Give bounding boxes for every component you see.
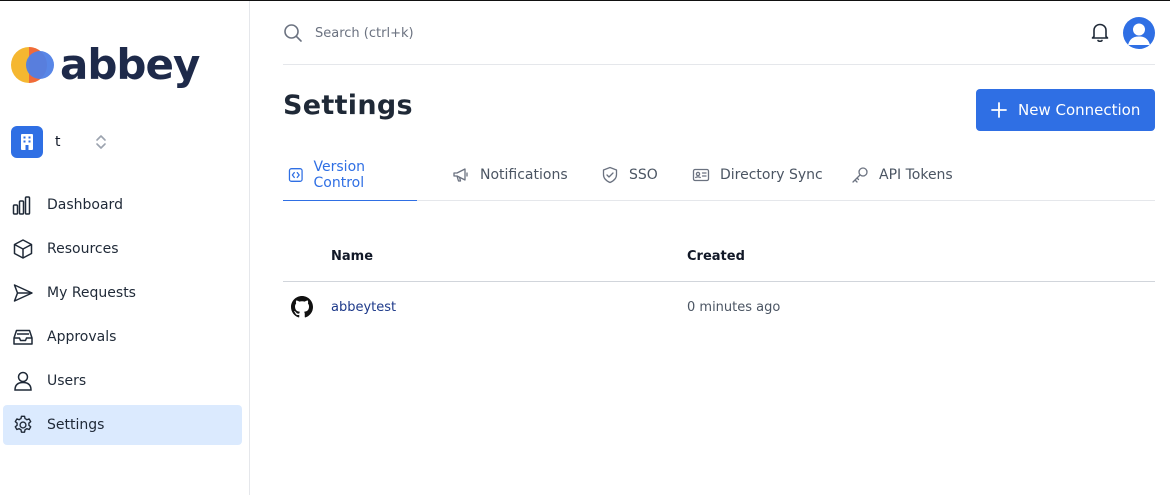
table-header: Name Created xyxy=(283,233,1155,282)
bar-chart-icon xyxy=(12,194,34,216)
connection-name-link[interactable]: abbeytest xyxy=(331,300,396,315)
tab-api-tokens[interactable]: API Tokens xyxy=(851,150,953,200)
page-title: Settings xyxy=(283,90,413,121)
tab-label: SSO xyxy=(629,167,658,183)
org-switcher[interactable]: t xyxy=(11,126,241,158)
abbey-logo-icon xyxy=(11,47,54,83)
sidebar-nav: Dashboard Resources My Requests Approval… xyxy=(3,185,242,449)
plus-icon xyxy=(991,102,1007,118)
table-row[interactable]: abbeytest 0 minutes ago xyxy=(283,282,1155,334)
sidebar-item-my-requests[interactable]: My Requests xyxy=(3,273,242,313)
avatar[interactable] xyxy=(1123,17,1155,49)
github-icon xyxy=(291,296,313,318)
settings-tabs: Version Control Notifications SSO Direct… xyxy=(283,150,1155,201)
tab-label: Notifications xyxy=(480,167,568,183)
building-icon xyxy=(11,126,43,158)
sidebar-item-settings[interactable]: Settings xyxy=(3,405,242,445)
connections-table: Name Created abbeytest 0 minutes ago xyxy=(283,233,1155,334)
tab-notifications[interactable]: Notifications xyxy=(452,150,568,200)
connection-created: 0 minutes ago xyxy=(687,300,781,315)
new-connection-label: New Connection xyxy=(1018,101,1141,119)
megaphone-icon xyxy=(453,168,468,182)
search-icon xyxy=(284,24,302,42)
brand-name: abbey xyxy=(60,40,200,89)
id-card-icon xyxy=(692,168,710,182)
gear-icon xyxy=(12,414,34,436)
org-name: t xyxy=(55,134,61,150)
tab-label: API Tokens xyxy=(879,167,953,183)
tab-version-control[interactable]: Version Control xyxy=(283,150,417,201)
tab-sso[interactable]: SSO xyxy=(601,150,658,200)
sidebar-item-label: Users xyxy=(47,373,87,389)
sidebar-item-dashboard[interactable]: Dashboard xyxy=(3,185,242,225)
cube-icon xyxy=(12,238,34,260)
sidebar-item-resources[interactable]: Resources xyxy=(3,229,242,269)
abbey-logo[interactable]: abbey xyxy=(10,40,200,89)
user-avatar-icon xyxy=(1128,23,1150,45)
chevron-up-down-icon[interactable] xyxy=(94,132,108,152)
code-icon xyxy=(288,168,303,182)
inbox-icon xyxy=(12,326,34,348)
bell-icon[interactable] xyxy=(1089,21,1111,43)
header-divider xyxy=(283,64,1155,65)
column-header-name: Name xyxy=(331,249,374,264)
sidebar: abbey t Dashboard Resources My Requests … xyxy=(0,1,250,495)
key-icon xyxy=(852,167,868,183)
sidebar-item-label: Resources xyxy=(47,241,119,257)
sidebar-item-users[interactable]: Users xyxy=(3,361,242,401)
sidebar-item-label: Settings xyxy=(47,417,105,433)
sidebar-item-label: Approvals xyxy=(47,329,117,345)
column-header-created: Created xyxy=(687,249,745,264)
tab-label: Version Control xyxy=(313,159,366,191)
tab-label: Directory Sync xyxy=(720,167,823,183)
user-icon xyxy=(12,370,34,392)
search-input[interactable] xyxy=(315,25,675,41)
sidebar-item-approvals[interactable]: Approvals xyxy=(3,317,242,357)
send-icon xyxy=(12,282,34,304)
sidebar-item-label: Dashboard xyxy=(47,197,123,213)
sidebar-item-label: My Requests xyxy=(47,285,136,301)
new-connection-button[interactable]: New Connection xyxy=(976,89,1155,131)
search-bar[interactable] xyxy=(283,22,683,44)
shield-check-icon xyxy=(602,166,618,184)
tab-directory-sync[interactable]: Directory Sync xyxy=(692,150,823,200)
